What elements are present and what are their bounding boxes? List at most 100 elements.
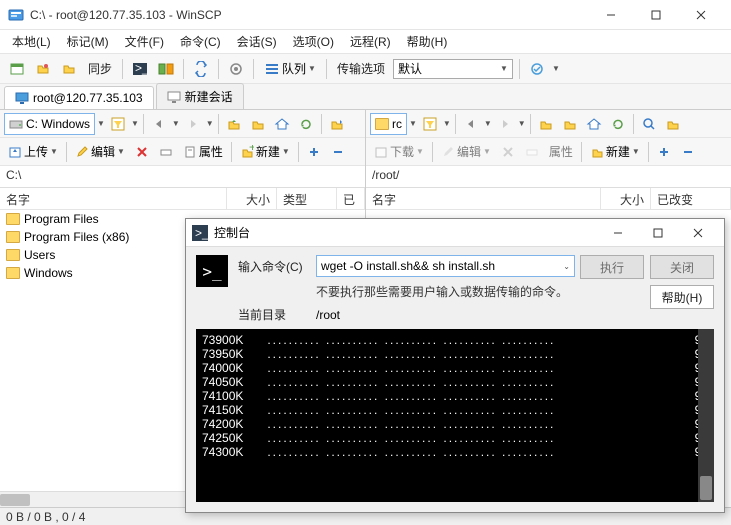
menu-remote[interactable]: 远程(R) — [344, 31, 397, 52]
new-button[interactable]: +新建▼ — [236, 143, 294, 160]
chevron-down-icon: ▼ — [308, 64, 316, 73]
delete-icon[interactable] — [131, 141, 153, 163]
console-maximize[interactable] — [638, 219, 678, 247]
filter-icon[interactable] — [419, 113, 441, 135]
sync-folder-icon[interactable] — [58, 58, 80, 80]
menu-help[interactable]: 帮助(H) — [401, 31, 454, 52]
settings-icon[interactable] — [225, 58, 247, 80]
folder-icon — [375, 118, 389, 130]
chevron-down-icon[interactable]: ▼ — [131, 119, 139, 128]
separator — [122, 59, 123, 79]
command-input[interactable] — [316, 255, 575, 277]
console-vscroll[interactable] — [698, 329, 714, 502]
chevron-down-icon[interactable]: ▼ — [409, 119, 417, 128]
nav-back-icon[interactable] — [148, 113, 170, 135]
chevron-down-icon[interactable]: ▼ — [206, 119, 214, 128]
col-size[interactable]: 大小 — [227, 188, 277, 209]
col-name[interactable]: 名字 — [0, 188, 227, 209]
filter-icon[interactable] — [107, 113, 129, 135]
col-name[interactable]: 名字 — [366, 188, 601, 209]
menu-commands[interactable]: 命令(C) — [174, 31, 227, 52]
file-name: Windows — [24, 266, 73, 280]
help-button[interactable]: 帮助(H) — [650, 285, 714, 309]
plus-icon[interactable] — [303, 141, 325, 163]
chevron-down-icon[interactable]: ▼ — [172, 119, 180, 128]
execute-button[interactable]: 执行 — [580, 255, 644, 279]
chevron-down-icon[interactable]: ⌄ — [563, 262, 570, 271]
plus-icon[interactable] — [653, 141, 675, 163]
sync-label[interactable]: 同步 — [84, 60, 116, 77]
compare-icon[interactable] — [155, 58, 177, 80]
queue-dropdown[interactable]: 队列 ▼ — [260, 60, 320, 77]
home-icon[interactable] — [271, 113, 293, 135]
refresh-icon[interactable] — [607, 113, 629, 135]
download-label: 下载 — [390, 143, 414, 160]
sync-browse-icon[interactable] — [190, 58, 212, 80]
root-dir-icon[interactable] — [247, 113, 269, 135]
close-button[interactable]: 关闭 — [650, 255, 714, 279]
minus-icon[interactable] — [677, 141, 699, 163]
col-size[interactable]: 大小 — [601, 188, 651, 209]
toolbar-extra-icon[interactable] — [526, 58, 548, 80]
find-icon[interactable] — [638, 113, 660, 135]
root-dir-icon[interactable] — [559, 113, 581, 135]
bookmark-icon[interactable] — [326, 113, 348, 135]
props-label: 属性 — [549, 143, 573, 160]
menu-files[interactable]: 文件(F) — [119, 31, 170, 52]
col-type[interactable]: 类型 — [277, 188, 337, 209]
local-drive-combo[interactable]: C: Windows — [4, 113, 95, 135]
col-changed[interactable]: 已 — [337, 188, 365, 209]
remote-path[interactable]: /root/ — [366, 166, 731, 188]
parent-dir-icon[interactable] — [535, 113, 557, 135]
remote-drive-combo[interactable]: rc — [370, 113, 407, 135]
chevron-down-icon[interactable]: ▼ — [443, 119, 451, 128]
props-button[interactable]: 属性 — [179, 143, 227, 160]
console-icon[interactable]: >_ — [129, 58, 151, 80]
menu-mark[interactable]: 标记(M) — [61, 31, 115, 52]
menu-session[interactable]: 会话(S) — [231, 31, 283, 52]
home-icon[interactable] — [583, 113, 605, 135]
main-toolbar: 同步 >_ 队列 ▼ 传输选项 默认 ▼ ▼ — [0, 54, 731, 84]
transfer-label: 传输选项 — [333, 60, 389, 77]
console-title: 控制台 — [214, 224, 598, 241]
parent-dir-icon[interactable] — [223, 113, 245, 135]
cwd-value: /root — [316, 308, 570, 322]
console-close[interactable] — [678, 219, 718, 247]
tab-session-active[interactable]: root@120.77.35.103 — [4, 86, 154, 109]
new-button[interactable]: 新建▼ — [586, 143, 644, 160]
console-output[interactable]: 73900K .......... .......... .......... … — [196, 329, 714, 502]
sites-icon[interactable] — [32, 58, 54, 80]
new-session-icon[interactable] — [6, 58, 28, 80]
remote-drive-toolbar: rc ▼ ▼ ▼ ▼ — [366, 110, 731, 138]
rename-icon[interactable] — [155, 141, 177, 163]
bookmark-icon[interactable] — [662, 113, 684, 135]
folder-icon — [6, 213, 20, 225]
transfer-preset-combo[interactable]: 默认 ▼ — [393, 59, 513, 79]
col-changed[interactable]: 已改变 — [651, 188, 731, 209]
upload-button[interactable]: 上传▼ — [4, 143, 62, 160]
menu-local[interactable]: 本地(L) — [6, 31, 57, 52]
tab-new-session[interactable]: 新建会话 — [156, 83, 244, 109]
status-bytes: 0 B / 0 B , 0 / 4 — [6, 510, 85, 524]
menu-options[interactable]: 选项(O) — [287, 31, 340, 52]
remote-ops-toolbar: 下载▼ 编辑▼ 属性 新建▼ — [366, 138, 731, 166]
minimize-button[interactable] — [588, 0, 633, 30]
nav-fwd-icon[interactable] — [182, 113, 204, 135]
local-path[interactable]: C:\ — [0, 166, 365, 188]
maximize-button[interactable] — [633, 0, 678, 30]
nav-back-icon[interactable] — [460, 113, 482, 135]
minus-icon[interactable] — [327, 141, 349, 163]
chevron-down-icon[interactable]: ▼ — [552, 64, 560, 73]
window-title: C:\ - root@120.77.35.103 - WinSCP — [30, 8, 588, 22]
close-button[interactable] — [678, 0, 723, 30]
console-minimize[interactable] — [598, 219, 638, 247]
nav-fwd-icon[interactable] — [494, 113, 516, 135]
separator — [143, 114, 144, 134]
titlebar: C:\ - root@120.77.35.103 - WinSCP — [0, 0, 731, 30]
chevron-down-icon[interactable]: ▼ — [97, 119, 105, 128]
refresh-icon[interactable] — [295, 113, 317, 135]
separator — [519, 59, 520, 79]
upload-label: 上传 — [24, 143, 48, 160]
rename-icon — [521, 141, 543, 163]
edit-button[interactable]: 编辑▼ — [71, 143, 129, 160]
